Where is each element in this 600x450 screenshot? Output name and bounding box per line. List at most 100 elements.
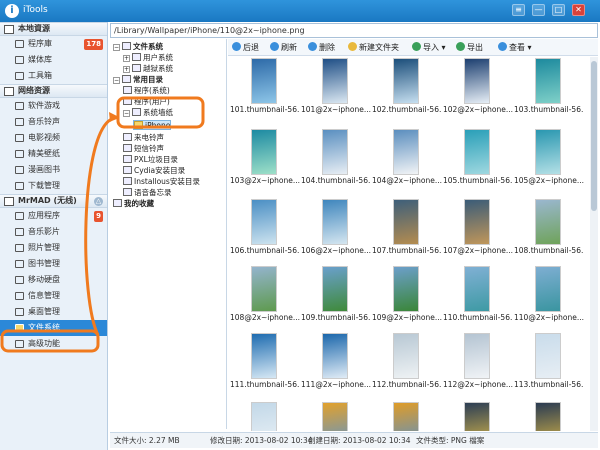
tree-node[interactable]: 短信铃声: [123, 144, 164, 154]
wallpaper-preview-image: [535, 129, 561, 175]
tree-node[interactable]: Installous安装目录: [123, 177, 200, 187]
sidebar-item[interactable]: 下载管理: [0, 178, 107, 194]
file-thumbnail[interactable]: 108@2x~iphone....: [230, 265, 300, 335]
toolbar-button[interactable]: 删除: [308, 41, 335, 54]
tree-node[interactable]: Cydia安装目录: [123, 166, 185, 176]
file-thumbnail[interactable]: 102.thumbnail-56...: [372, 57, 442, 127]
music-icon: [15, 118, 24, 126]
toolbar-button[interactable]: 查看 ▾: [498, 41, 532, 54]
grid-scrollbar[interactable]: [590, 57, 598, 431]
file-thumbnail[interactable]: 112.thumbnail-56...: [372, 332, 442, 402]
sidebar-item[interactable]: 程序庫 178: [0, 36, 107, 52]
sidebar-item[interactable]: 图书管理: [0, 256, 107, 272]
file-thumbnail[interactable]: 101@2x~iphone....: [301, 57, 371, 127]
path-bar[interactable]: /Library/Wallpaper/iPhone/110@2x~iphone.…: [110, 23, 598, 38]
file-thumbnail[interactable]: 115.thumbnail-56...: [443, 401, 513, 431]
expand-toggle-icon[interactable]: +: [123, 55, 130, 62]
sidebar-item[interactable]: 软件游戏: [0, 98, 107, 114]
tree-node[interactable]: 程序(用户): [123, 97, 170, 107]
toolbar-button[interactable]: 后退: [232, 41, 259, 54]
tree-node-label: 程序(用户): [134, 97, 170, 106]
file-thumbnail[interactable]: 114.thumbnail-56...: [301, 401, 371, 431]
sidebar-item[interactable]: 应用程序 9: [0, 208, 107, 224]
file-thumbnail[interactable]: 105@2x~iphone....: [514, 128, 584, 198]
toolbar-button[interactable]: 导出: [456, 41, 483, 54]
tree-node[interactable]: iPhone: [133, 120, 172, 130]
sidebar-item[interactable]: 电影视频: [0, 130, 107, 146]
sidebar-item[interactable]: 信息管理: [0, 288, 107, 304]
file-thumbnail[interactable]: 104@2x~iphone....: [372, 128, 442, 198]
expand-toggle-icon[interactable]: −: [113, 44, 120, 51]
file-thumbnail[interactable]: 107@2x~iphone....: [443, 198, 513, 268]
collapse-toggle-icon[interactable]: △: [94, 197, 103, 206]
tree-node[interactable]: − 文件系统: [113, 42, 163, 52]
toolbar-button[interactable]: 新建文件夹: [348, 41, 399, 54]
file-thumbnail[interactable]: 104.thumbnail-56...: [301, 128, 371, 198]
tree-node[interactable]: + 越狱系统: [123, 64, 173, 74]
sidebar-item[interactable]: 移动硬盘: [0, 272, 107, 288]
tree-node[interactable]: PXL垃圾目录: [123, 155, 178, 165]
file-thumbnail[interactable]: 110.thumbnail-56...: [443, 265, 513, 335]
file-thumbnail[interactable]: 105.thumbnail-56...: [443, 128, 513, 198]
file-thumbnail[interactable]: 111@2x~iphone....: [301, 332, 371, 402]
sidebar-section-header[interactable]: 网络资源: [0, 84, 107, 98]
toolbar-button-label: 新建文件夹: [359, 43, 399, 52]
file-thumbnail[interactable]: 102@2x~iphone....: [443, 57, 513, 127]
expand-toggle-icon[interactable]: +: [123, 66, 130, 73]
expand-toggle-icon[interactable]: −: [113, 77, 120, 84]
close-button[interactable]: ✕: [572, 4, 585, 16]
wallpaper-preview-image: [393, 402, 419, 431]
toolbar-button[interactable]: 刷新: [270, 41, 297, 54]
sidebar-item[interactable]: 精美壁纸: [0, 146, 107, 162]
tree-node[interactable]: − 系统墙纸: [123, 108, 173, 118]
file-name: 112.thumbnail-56...: [372, 380, 442, 389]
file-thumbnail[interactable]: 111.thumbnail-56...: [230, 332, 300, 402]
tree-node-label: 语音备忘录: [134, 188, 172, 197]
tree-node[interactable]: 来电铃声: [123, 133, 164, 143]
sidebar-item-label: 高级功能: [28, 339, 60, 348]
media-library-icon: [15, 56, 24, 64]
sidebar-item[interactable]: 高级功能: [0, 336, 107, 352]
sidebar-item[interactable]: 工具箱: [0, 68, 107, 84]
tree-node[interactable]: 我的收藏: [113, 199, 154, 209]
maximize-button[interactable]: □: [552, 4, 565, 16]
scrollbar-thumb[interactable]: [591, 61, 597, 211]
file-thumbnail[interactable]: 115@2x~iphone....: [514, 401, 584, 431]
sidebar-item[interactable]: 照片管理: [0, 240, 107, 256]
tree-node[interactable]: 程序(系统): [123, 86, 170, 96]
folder-icon: [134, 121, 143, 129]
file-thumbnail[interactable]: 106@2x~iphone....: [301, 198, 371, 268]
file-thumbnail[interactable]: 107.thumbnail-56...: [372, 198, 442, 268]
sidebar-section-header[interactable]: MrMAD (无线) △: [0, 194, 107, 208]
sidebar-item-label: 音乐铃声: [28, 117, 60, 126]
file-thumbnail[interactable]: 109@2x~iphone....: [372, 265, 442, 335]
file-thumbnail[interactable]: 109.thumbnail-56...: [301, 265, 371, 335]
file-thumbnail[interactable]: 106.thumbnail-56...: [230, 198, 300, 268]
file-thumbnail[interactable]: 113@2x~iphone....: [230, 401, 300, 431]
thumbnail-grid: 101.thumbnail-56... 101@2x~iphone.... 102.…: [228, 57, 590, 431]
sidebar-item[interactable]: 文件系统: [0, 320, 107, 336]
tree-node[interactable]: − 常用目录: [113, 75, 163, 85]
file-thumbnail[interactable]: 101.thumbnail-56...: [230, 57, 300, 127]
file-thumbnail[interactable]: 113.thumbnail-56...: [514, 332, 584, 402]
file-thumbnail[interactable]: 112@2x~iphone....: [443, 332, 513, 402]
file-thumbnail[interactable]: 103@2x~iphone....: [230, 128, 300, 198]
tree-node-label: 常用目录: [133, 75, 163, 84]
sidebar-item[interactable]: 媒体库: [0, 52, 107, 68]
file-thumbnail[interactable]: 103.thumbnail-56...: [514, 57, 584, 127]
toolbar-button[interactable]: 导入 ▾: [412, 41, 446, 54]
sidebar-item[interactable]: 音乐影片: [0, 224, 107, 240]
tree-node[interactable]: + 用户系统: [123, 53, 173, 63]
file-name: 108@2x~iphone....: [230, 313, 300, 322]
file-thumbnail[interactable]: 108.thumbnail-56...: [514, 198, 584, 268]
file-thumbnail[interactable]: 110@2x~iphone....: [514, 265, 584, 335]
sidebar-item[interactable]: 桌面管理: [0, 304, 107, 320]
expand-toggle-icon[interactable]: −: [123, 110, 130, 117]
menu-button[interactable]: ≡: [512, 4, 525, 16]
file-thumbnail[interactable]: 114@2x~iphone....: [372, 401, 442, 431]
tree-node[interactable]: 语音备忘录: [123, 188, 172, 198]
minimize-button[interactable]: —: [532, 4, 545, 16]
sidebar-item[interactable]: 音乐铃声: [0, 114, 107, 130]
sidebar-item[interactable]: 漫画图书: [0, 162, 107, 178]
sidebar-section-header[interactable]: 本地資源: [0, 22, 107, 36]
